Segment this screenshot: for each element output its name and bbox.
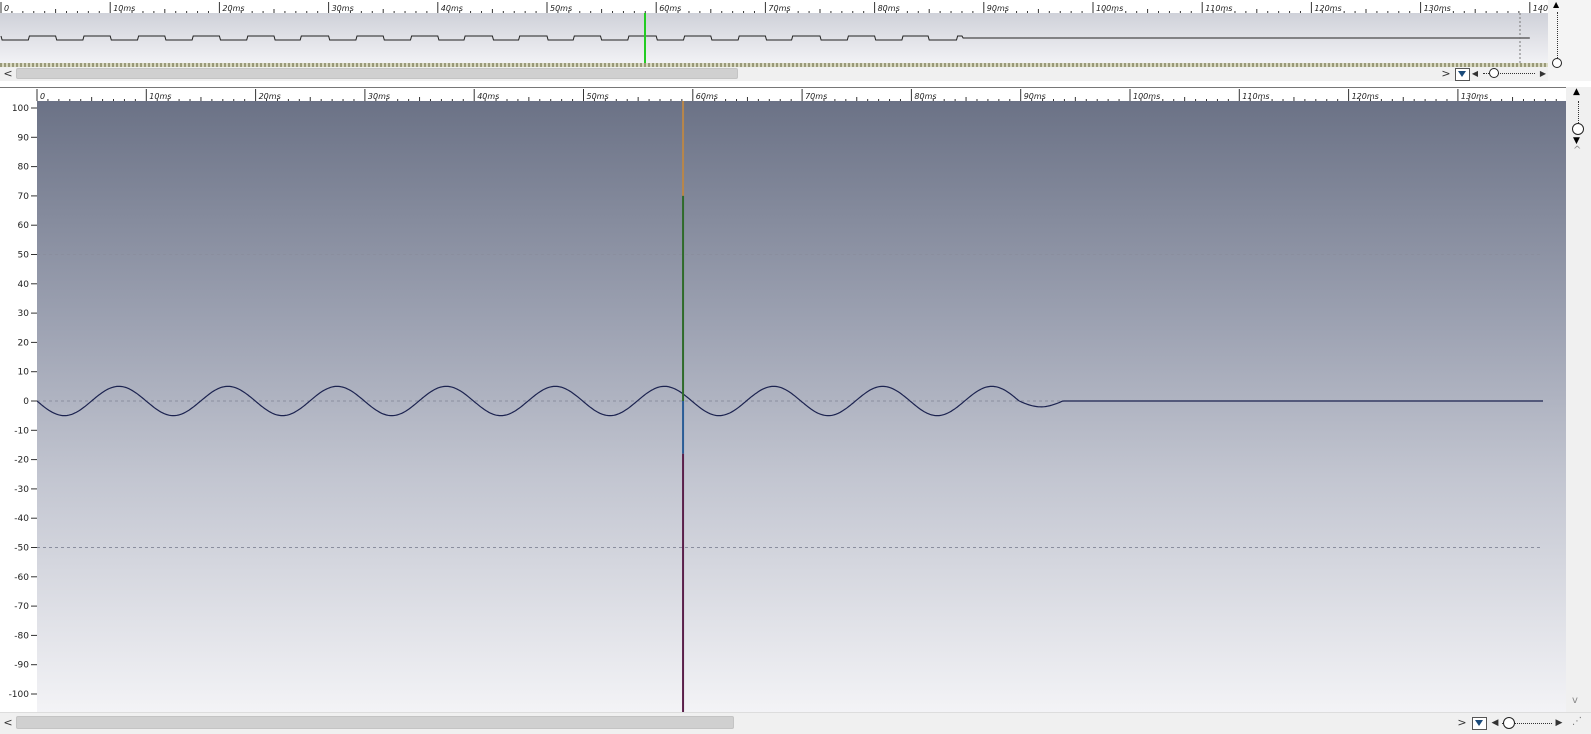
ruler-label: 50ms [587,92,609,101]
main-zoom-out-icon[interactable]: ◀ [1489,717,1501,729]
ruler-label: 130ms [1461,92,1488,101]
ruler-label: 130ms [1424,4,1451,13]
waveform-chart [36,101,1543,712]
ruler-label: 140ms [1533,4,1548,13]
amplitude-tick-label: -70 [14,602,29,612]
amplitude-tick-label: 10 [18,368,30,378]
ruler-label: 110ms [1205,4,1232,13]
ruler-label: 100ms [1096,4,1123,13]
amplitude-tick-label: 30 [18,309,30,319]
ruler-label: 90ms [987,4,1009,13]
overview-vzoom-track[interactable] [1557,12,1558,60]
amplitude-tick-label: 0 [23,397,29,407]
amplitude-tick-label: -30 [14,485,29,495]
overview-waveform [0,13,1530,63]
ruler-label: 40ms [441,4,463,13]
ruler-label: 80ms [914,92,936,101]
amplitude-tick-label: -90 [14,661,29,671]
overview-zoom-knob[interactable] [1489,68,1499,78]
ruler-label: 80ms [878,4,900,13]
ruler-label: 20ms [259,92,281,101]
vscroll-down-icon[interactable]: v [1572,695,1578,706]
amplitude-tick-label: 40 [18,280,30,290]
vzoom-track[interactable] [1578,101,1579,125]
ruler-label: 10ms [113,4,135,13]
overview-zoom-out-icon[interactable]: ◀ [1469,68,1481,80]
main-view-dropdown-button[interactable] [1472,717,1487,730]
ruler-label: 0 [40,92,45,101]
ruler-label: 90ms [1024,92,1046,101]
overview-waveform-line [0,35,1530,41]
ruler-label: 40ms [477,92,499,101]
overview-view-dropdown-button[interactable] [1455,68,1470,81]
amplitude-tick-label: -100 [9,690,30,700]
overview-scrollbar-row: < > ◀ ▶ ▼ [0,67,1591,81]
amplitude-tick-label: 50 [18,251,30,261]
vscroll-up-icon[interactable]: ^ [1573,145,1581,156]
waveform-plot-area[interactable] [36,101,1566,712]
ruler-label: 120ms [1314,4,1341,13]
main-zoom-knob[interactable] [1503,717,1515,729]
ruler-label: 0 [4,4,9,13]
main-zoom-in-icon[interactable]: ▶ [1553,717,1565,729]
ruler-label: 60ms [659,4,681,13]
ruler-label: 70ms [805,92,827,101]
ruler-label: 70ms [768,4,790,13]
overview-scroll-thumb[interactable] [16,68,738,79]
main-scroll-left-button[interactable]: < [2,717,14,729]
overview-scroll-right-button[interactable]: > [1440,68,1452,80]
amplitude-tick-label: 20 [18,338,30,348]
ruler-label: 110ms [1242,92,1269,101]
amplitude-tick-label: -20 [14,456,29,466]
ruler-label: 60ms [696,92,718,101]
overview-time-ruler[interactable]: 0 10ms 20ms 30ms 40ms 50ms 60ms 70ms 80ms 90ms 100… [0,0,1560,15]
overview-vertical-zoom: ▲ [1548,0,1591,81]
amplitude-tick-label: -50 [14,544,29,554]
overview-vzoom-knob[interactable] [1552,58,1562,68]
amplitude-tick-label: 60 [18,221,30,231]
ruler-label: 100ms [1133,92,1160,101]
amplitude-tick-label: -60 [14,573,29,583]
ruler-label: 30ms [368,92,390,101]
main-scroll-right-button[interactable]: > [1456,717,1468,729]
amplitude-tick-label: 70 [18,192,30,202]
amplitude-tick-label: 80 [18,163,30,173]
main-scrollbar-row: < > ◀ ▶ ⋰ [0,712,1591,734]
overview-vzoom-up-icon[interactable]: ▲ [1553,0,1559,9]
amplitude-axis-labels: 1009080706050403020100-10-20-30-40-50-60… [9,104,37,700]
amplitude-tick-label: 100 [12,104,29,114]
amplitude-tick-label: 90 [18,133,30,143]
amplitude-tick-label: -80 [14,631,29,641]
ruler-label: 120ms [1352,92,1379,101]
overview-waveform-panel[interactable] [0,13,1548,67]
ruler-label: 20ms [222,4,244,13]
amplitude-tick-label: -10 [14,426,29,436]
resize-grip-icon[interactable]: ⋰ [1572,716,1582,727]
overview-scroll-left-button[interactable]: < [2,68,14,80]
vzoom-up-icon[interactable]: ▲ [1573,87,1580,97]
main-scroll-thumb[interactable] [16,716,734,729]
amplitude-axis: 100 90 80 70 60 50 40 30 20 10 0 -10 -20 -30 -40 -50 -60… [0,101,38,712]
amplitude-tick-label: -40 [14,514,29,524]
main-vertical-zoom: ▲ ▼ ^ v [1566,87,1591,712]
ruler-label: 30ms [332,4,354,13]
vzoom-knob[interactable] [1572,123,1584,135]
ruler-label: 10ms [149,92,171,101]
ruler-label: 50ms [550,4,572,13]
